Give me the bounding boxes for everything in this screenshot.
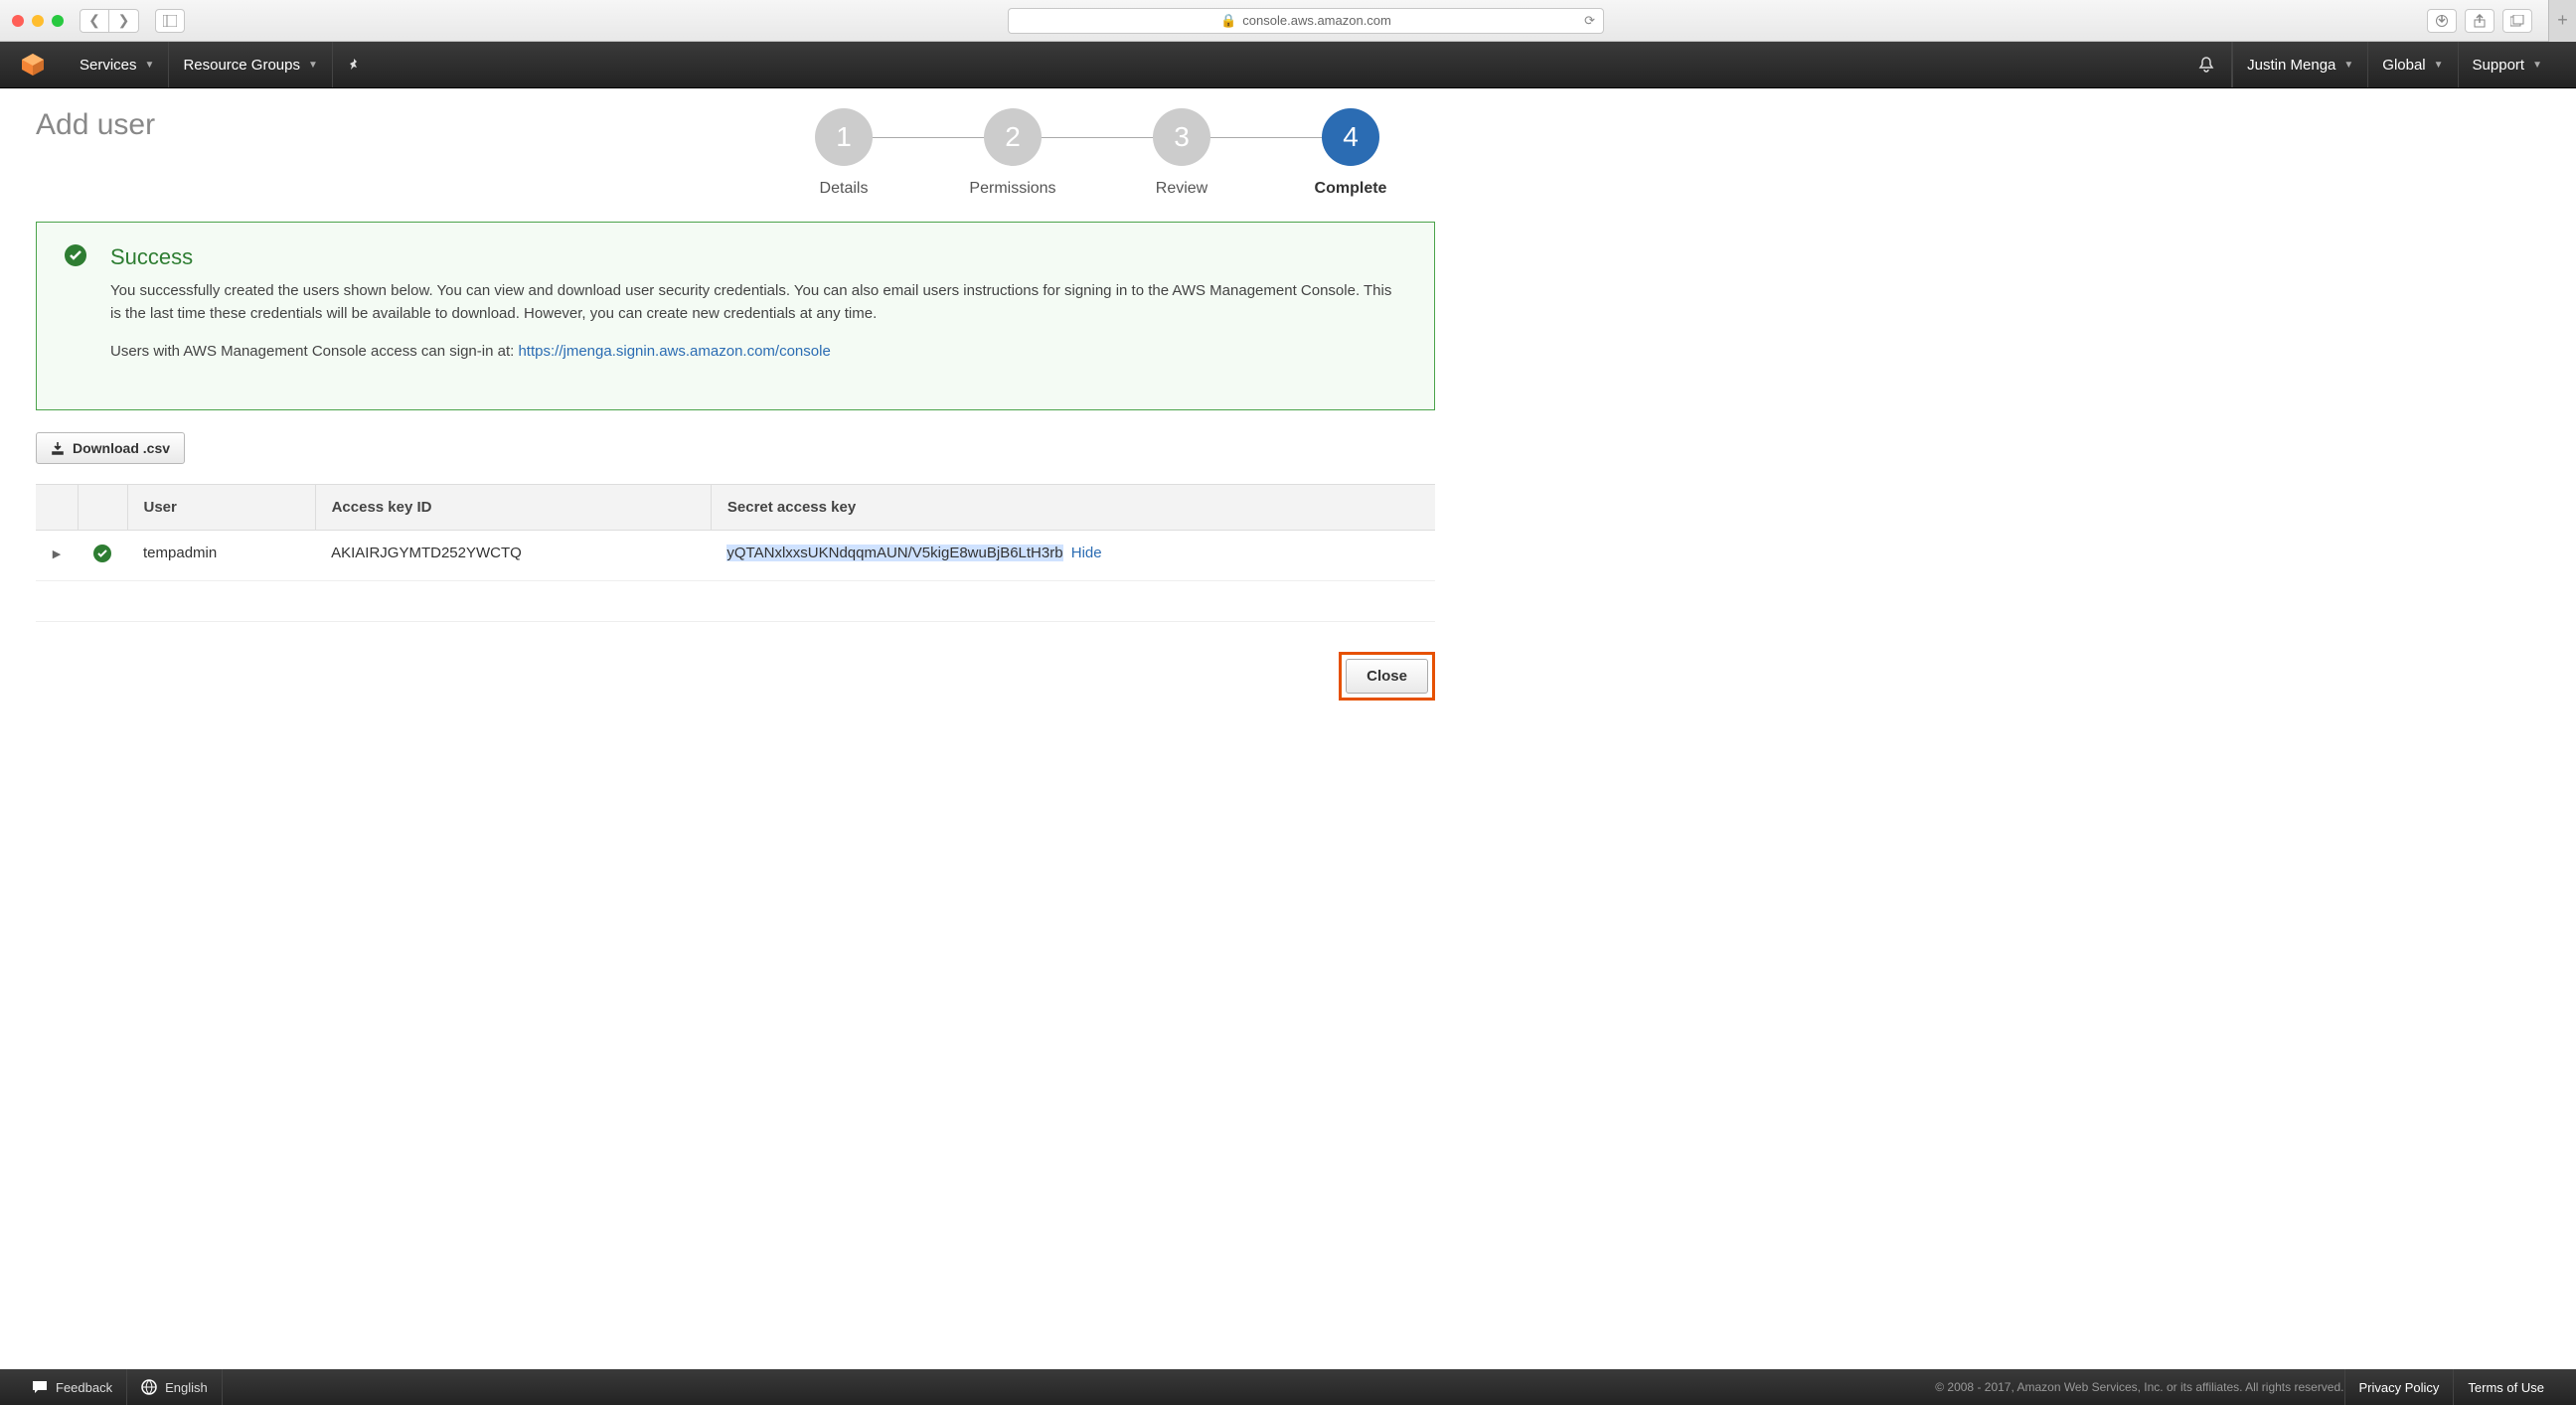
success-body: You successfully created the users shown… [110,280,1406,325]
col-expand [36,484,78,530]
nav-account-label: Justin Menga [2247,57,2335,74]
share-icon[interactable] [2465,9,2495,33]
nav-account[interactable]: Justin Menga ▼ [2232,42,2367,87]
step-label: Permissions [969,180,1055,198]
nav-resource-groups[interactable]: Resource Groups ▼ [168,42,331,87]
nav-support[interactable]: Support ▼ [2458,42,2556,87]
secret-value: yQTANxlxxsUKNdqqmAUN/V5kigE8wuBjB6LtH3rb [726,545,1062,561]
nav-region-label: Global [2382,57,2425,74]
success-signin: Users with AWS Management Console access… [110,341,1406,364]
col-access-key-id: Access key ID [315,484,711,530]
page-content: Add user 1 Details 2 Permissions 3 Revie… [0,88,1471,750]
step-permissions: 2 Permissions [928,108,1097,198]
terms-link[interactable]: Terms of Use [2453,1369,2558,1405]
step-label: Review [1156,180,1208,198]
speech-bubble-icon [32,1380,48,1394]
feedback-label: Feedback [56,1380,112,1395]
download-icon [51,441,65,455]
wizard-steps: 1 Details 2 Permissions 3 Review 4 Compl… [759,108,1435,198]
chevron-down-icon: ▼ [145,60,155,71]
privacy-link[interactable]: Privacy Policy [2344,1369,2454,1405]
step-number: 3 [1153,108,1210,166]
language-label: English [165,1380,208,1395]
chevron-down-icon: ▼ [2434,60,2444,71]
tabs-icon[interactable] [2502,9,2532,33]
step-label: Complete [1315,180,1387,198]
action-row: Close [36,621,1435,730]
globe-icon [141,1379,157,1395]
address-bar[interactable]: 🔒 console.aws.amazon.com ⟳ [1008,8,1604,34]
users-table: User Access key ID Secret access key ▶ t… [36,484,1435,581]
notifications-icon[interactable] [2181,42,2232,87]
url-text: console.aws.amazon.com [1242,13,1391,28]
step-number: 1 [815,108,873,166]
cell-access-key-id: AKIAIRJGYMTD252YWCTQ [315,530,711,580]
close-highlight: Close [1339,652,1435,701]
download-label: Download .csv [73,440,170,456]
nav-region[interactable]: Global ▼ [2367,42,2457,87]
step-number: 2 [984,108,1042,166]
forward-button[interactable]: ❯ [109,9,139,33]
window-controls [12,15,64,27]
nav-services-label: Services [80,57,137,74]
table-row: ▶ tempadmin AKIAIRJGYMTD252YWCTQ yQTANxl… [36,530,1435,580]
status-ok-icon [93,545,111,562]
step-complete: 4 Complete [1266,108,1435,198]
download-csv-button[interactable]: Download .csv [36,432,185,464]
browser-toolbar: ❮ ❯ 🔒 console.aws.amazon.com ⟳ + [0,0,2576,42]
step-details: 1 Details [759,108,928,198]
aws-logo-icon[interactable] [20,52,46,78]
language-selector[interactable]: English [127,1369,223,1405]
success-alert: Success You successfully created the use… [36,222,1435,410]
maximize-window-icon[interactable] [52,15,64,27]
page-title: Add user [36,108,155,142]
chevron-down-icon: ▼ [2343,60,2353,71]
new-tab-button[interactable]: + [2548,0,2576,42]
success-heading: Success [110,244,1406,270]
col-user: User [127,484,315,530]
aws-top-nav: Services ▼ Resource Groups ▼ Justin Meng… [0,42,2576,88]
nav-services[interactable]: Services ▼ [66,42,168,87]
success-check-icon [65,244,86,266]
signin-prefix: Users with AWS Management Console access… [110,343,518,360]
minimize-window-icon[interactable] [32,15,44,27]
col-status [78,484,127,530]
nav-support-label: Support [2473,57,2525,74]
close-button[interactable]: Close [1346,659,1428,694]
step-review: 3 Review [1097,108,1266,198]
sidebar-toggle-icon[interactable] [155,9,185,33]
cell-secret: yQTANxlxxsUKNdqqmAUN/V5kigE8wuBjB6LtH3rb… [711,530,1435,580]
reload-icon[interactable]: ⟳ [1584,13,1595,29]
step-label: Details [820,180,869,198]
cell-user: tempadmin [127,530,315,580]
chevron-down-icon: ▼ [308,60,318,71]
step-number: 4 [1322,108,1379,166]
hide-secret-link[interactable]: Hide [1071,545,1102,561]
col-secret: Secret access key [711,484,1435,530]
downloads-icon[interactable] [2427,9,2457,33]
back-button[interactable]: ❮ [80,9,109,33]
signin-link[interactable]: https://jmenga.signin.aws.amazon.com/con… [518,343,830,360]
expand-row-icon[interactable]: ▶ [53,548,61,560]
copyright-text: © 2008 - 2017, Amazon Web Services, Inc.… [1935,1380,2343,1394]
nav-resource-groups-label: Resource Groups [183,57,300,74]
pin-icon[interactable] [332,42,375,87]
feedback-button[interactable]: Feedback [18,1369,127,1405]
lock-icon: 🔒 [1220,13,1236,29]
close-window-icon[interactable] [12,15,24,27]
aws-footer: Feedback English © 2008 - 2017, Amazon W… [0,1369,2576,1405]
chevron-down-icon: ▼ [2532,60,2542,71]
